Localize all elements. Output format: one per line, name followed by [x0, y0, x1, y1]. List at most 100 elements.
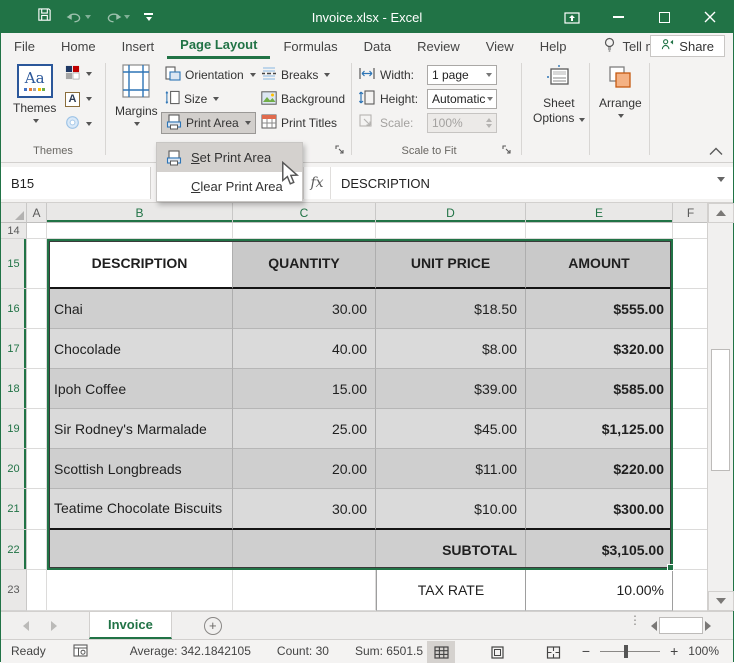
cell[interactable] — [27, 369, 47, 409]
row-header-22[interactable]: 22 — [1, 530, 27, 570]
page-layout-view-button[interactable] — [483, 641, 511, 663]
tab-review[interactable]: Review — [404, 33, 473, 59]
cell[interactable]: $1,125.00 — [526, 409, 673, 449]
vertical-scrollbar[interactable] — [707, 203, 733, 611]
formula-input[interactable]: DESCRIPTION — [331, 167, 733, 199]
ribbon-display-options-button[interactable] — [549, 1, 595, 33]
row-header-16[interactable]: 16 — [1, 289, 27, 329]
close-button[interactable] — [687, 1, 733, 33]
cell[interactable]: $11.00 — [376, 449, 526, 489]
cell[interactable] — [673, 329, 709, 369]
row-header-20[interactable]: 20 — [1, 449, 27, 489]
cell[interactable]: $585.00 — [526, 369, 673, 409]
cell[interactable]: Scottish Longbreads — [47, 449, 233, 489]
print-area-button[interactable]: Print Area — [161, 112, 256, 134]
height-select[interactable]: Automatic — [427, 89, 497, 109]
row-header-19[interactable]: 19 — [1, 409, 27, 449]
cell-c15[interactable]: QUANTITY — [233, 239, 376, 289]
breaks-button[interactable]: Breaks — [257, 64, 334, 86]
cell[interactable]: $39.00 — [376, 369, 526, 409]
cell[interactable] — [27, 409, 47, 449]
scroll-down-button[interactable] — [708, 591, 734, 611]
row-header-17[interactable]: 17 — [1, 329, 27, 369]
cell[interactable] — [673, 409, 709, 449]
insert-function-button[interactable]: fx — [303, 167, 331, 199]
cell[interactable] — [27, 223, 47, 239]
name-box[interactable]: B15 — [1, 167, 151, 199]
cell[interactable] — [47, 223, 233, 239]
background-button[interactable]: Background — [257, 88, 349, 110]
scroll-left-button[interactable] — [651, 621, 657, 631]
cell[interactable] — [27, 329, 47, 369]
zoom-slider[interactable] — [600, 651, 660, 652]
cell[interactable] — [376, 223, 526, 239]
tab-bar-splitter[interactable]: ⋮ — [629, 617, 637, 623]
cell[interactable] — [47, 570, 233, 611]
cell[interactable]: $45.00 — [376, 409, 526, 449]
cell[interactable]: $18.50 — [376, 289, 526, 329]
theme-colors-button[interactable] — [61, 63, 96, 85]
tab-view[interactable]: View — [473, 33, 527, 59]
cell[interactable] — [27, 449, 47, 489]
margins-button[interactable]: Margins — [111, 61, 162, 129]
zoom-slider-thumb[interactable] — [624, 645, 628, 658]
next-sheet-icon[interactable] — [51, 621, 57, 631]
theme-effects-button[interactable] — [61, 113, 96, 135]
row-header-23[interactable]: 23 — [1, 570, 27, 611]
cell[interactable] — [27, 570, 47, 611]
cell[interactable]: $320.00 — [526, 329, 673, 369]
cell[interactable]: 40.00 — [233, 329, 376, 369]
save-icon[interactable] — [37, 7, 52, 27]
tab-file[interactable]: File — [1, 33, 48, 59]
subtotal-value-cell[interactable]: $3,105.00 — [526, 530, 673, 570]
cell[interactable]: 30.00 — [233, 489, 376, 530]
cell[interactable]: Teatime Chocolate Biscuits — [47, 489, 233, 530]
cell[interactable] — [673, 570, 709, 611]
cell[interactable]: Chocolade — [47, 329, 233, 369]
cell[interactable]: $555.00 — [526, 289, 673, 329]
cell[interactable] — [673, 449, 709, 489]
cell[interactable] — [233, 530, 376, 570]
maximize-button[interactable] — [641, 1, 687, 33]
normal-view-button[interactable] — [427, 641, 455, 663]
column-header-e[interactable]: E — [526, 203, 673, 223]
macro-record-icon[interactable] — [73, 644, 88, 660]
row-header-18[interactable]: 18 — [1, 369, 27, 409]
cell[interactable] — [233, 223, 376, 239]
cell[interactable]: $10.00 — [376, 489, 526, 530]
minimize-button[interactable] — [595, 1, 641, 33]
tab-data[interactable]: Data — [351, 33, 404, 59]
cell[interactable] — [673, 239, 709, 289]
cell[interactable]: 25.00 — [233, 409, 376, 449]
zoom-out-button[interactable]: − — [582, 644, 590, 658]
cell[interactable]: Chai — [47, 289, 233, 329]
vertical-scroll-thumb[interactable] — [711, 349, 730, 471]
cell[interactable] — [47, 530, 233, 570]
page-break-preview-button[interactable] — [539, 641, 567, 663]
cell-b15-active[interactable]: DESCRIPTION — [47, 239, 233, 289]
column-header-a[interactable]: A — [27, 203, 47, 223]
horizontal-scroll-thumb[interactable] — [659, 617, 703, 634]
new-sheet-button[interactable]: + — [204, 617, 222, 635]
column-header-c[interactable]: C — [233, 203, 376, 223]
cell[interactable]: 30.00 — [233, 289, 376, 329]
cell[interactable] — [27, 489, 47, 530]
tax-value-cell[interactable]: 10.00% — [526, 570, 673, 611]
cell[interactable] — [673, 489, 709, 530]
arrange-button[interactable]: Arrange — [595, 61, 646, 121]
sheet-tab-invoice[interactable]: Invoice — [89, 612, 172, 639]
subtotal-label-cell[interactable]: SUBTOTAL — [376, 530, 526, 570]
cell[interactable]: $220.00 — [526, 449, 673, 489]
cell[interactable] — [673, 369, 709, 409]
select-all-corner[interactable] — [1, 203, 27, 223]
cell[interactable] — [27, 530, 47, 570]
cell[interactable]: $8.00 — [376, 329, 526, 369]
column-header-d[interactable]: D — [376, 203, 526, 223]
cell[interactable] — [27, 289, 47, 329]
themes-button[interactable]: Aa Themes — [9, 61, 60, 126]
column-header-b[interactable]: B — [47, 203, 233, 223]
row-header-15[interactable]: 15 — [1, 239, 27, 289]
row-header-14[interactable]: 14 — [1, 223, 27, 239]
cell-d15[interactable]: UNIT PRICE — [376, 239, 526, 289]
cell[interactable] — [673, 223, 709, 239]
